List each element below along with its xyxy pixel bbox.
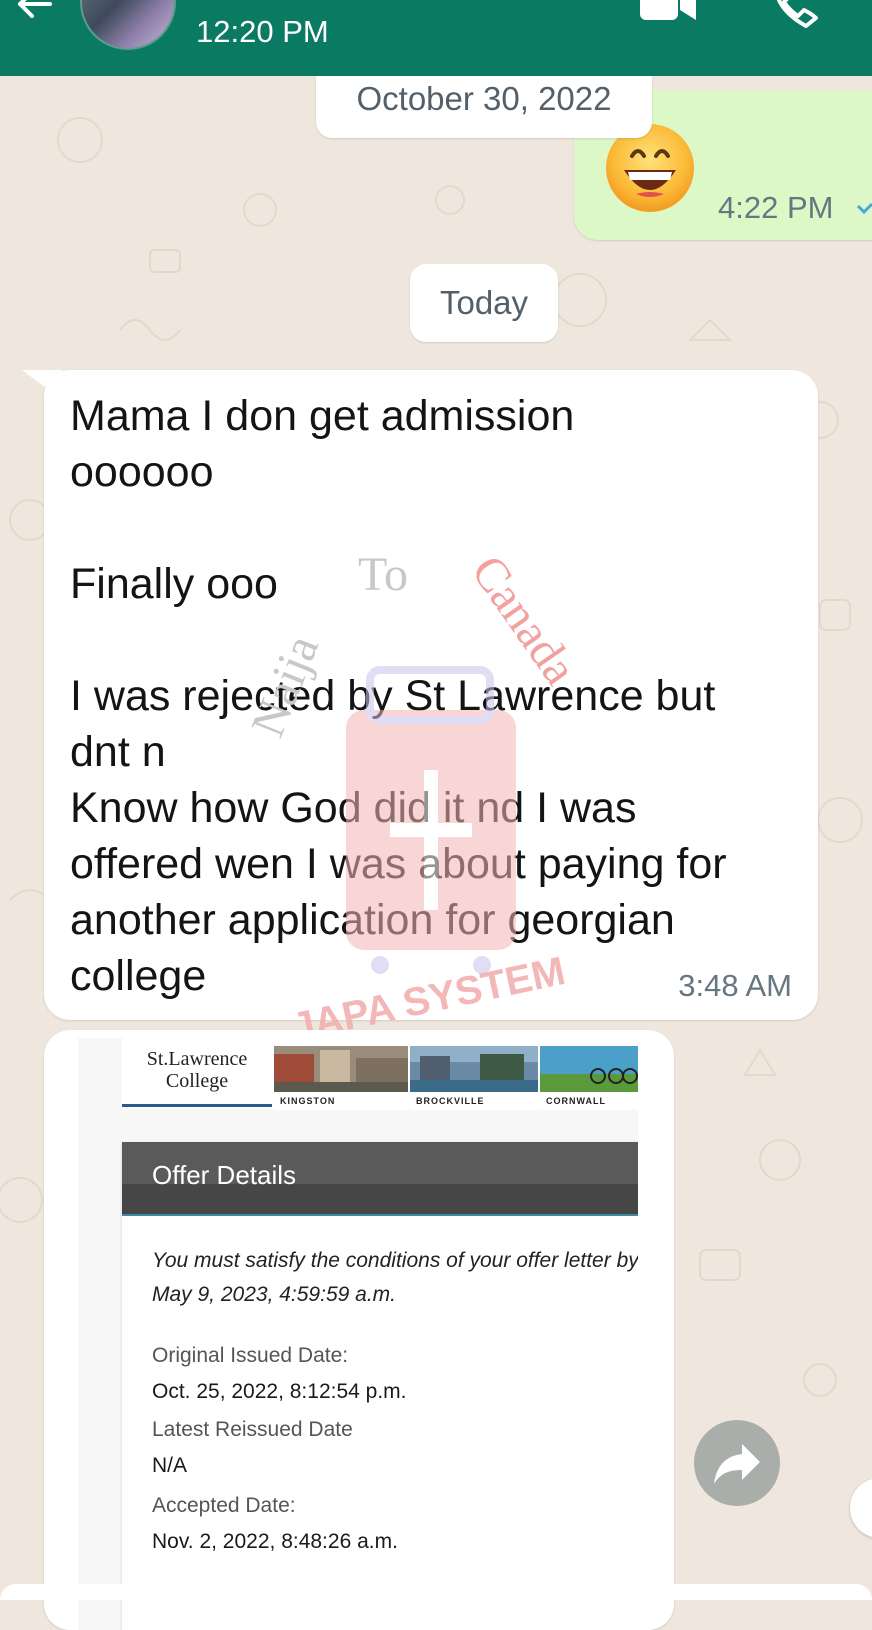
campus-photo [410,1046,538,1092]
campus-cornwall: CORNWALL [540,1046,638,1110]
message-time: 3:48 AM [678,968,792,1003]
campus-label: KINGSTON [274,1093,408,1110]
avatar[interactable] [80,0,176,50]
campus-photo [274,1046,408,1092]
college-logo: St.Lawrence College [122,1048,272,1092]
offer-conditions-note: You must satisfy the conditions of your … [152,1249,638,1306]
campus-label: CORNWALL [540,1093,638,1110]
image-message[interactable]: St.Lawrence College KINGSTON BROCKVILLE [44,1030,674,1630]
message-time: 4:22 PM [718,190,834,225]
accepted-value: Nov. 2, 2022, 8:48:26 a.m. [152,1530,398,1553]
phone-call-icon[interactable] [772,0,822,30]
latest-reissued-label: Latest Reissued Date [152,1418,353,1441]
latest-reissued-value: N/A [152,1454,188,1477]
offer-details-title: Offer Details [152,1160,297,1190]
college-name-line2: College [165,1070,229,1092]
message-input-bar[interactable] [0,1584,872,1600]
date-separator: October 30, 2022 [316,76,652,138]
message-text: Mama I don get admission oooooo Finally … [70,392,727,1000]
offer-header-rule [122,1214,638,1216]
forward-icon [714,1444,760,1484]
original-issued-label: Original Issued Date: [152,1344,349,1367]
accepted-label: Accepted Date: [152,1494,296,1517]
campus-photo [540,1046,638,1092]
last-seen-status: 12:20 PM [196,14,329,49]
chat-header: 12:20 PM [0,0,872,76]
banner-rule [122,1104,272,1107]
back-arrow-icon[interactable] [14,0,54,26]
forward-button[interactable] [694,1420,780,1506]
campus-label: BROCKVILLE [410,1093,538,1110]
original-issued-value: Oct. 25, 2022, 8:12:54 p.m. [152,1380,407,1403]
offer-letter-image: St.Lawrence College KINGSTON BROCKVILLE [78,1038,638,1630]
offer-details-header: Offer Details [122,1142,638,1214]
offer-details-card: Offer Details You must satisfy the condi… [122,1142,638,1630]
video-call-icon[interactable] [640,0,698,24]
scroll-down-button[interactable] [850,1478,872,1538]
single-tick-icon [856,202,872,215]
campus-brockville: BROCKVILLE [410,1046,538,1110]
date-separator-today: Today [410,264,558,342]
college-name-line1: St.Lawrence [146,1048,248,1070]
incoming-message[interactable]: Mama I don get admission oooooo Finally … [44,370,818,1020]
campus-kingston: KINGSTON [274,1046,408,1110]
